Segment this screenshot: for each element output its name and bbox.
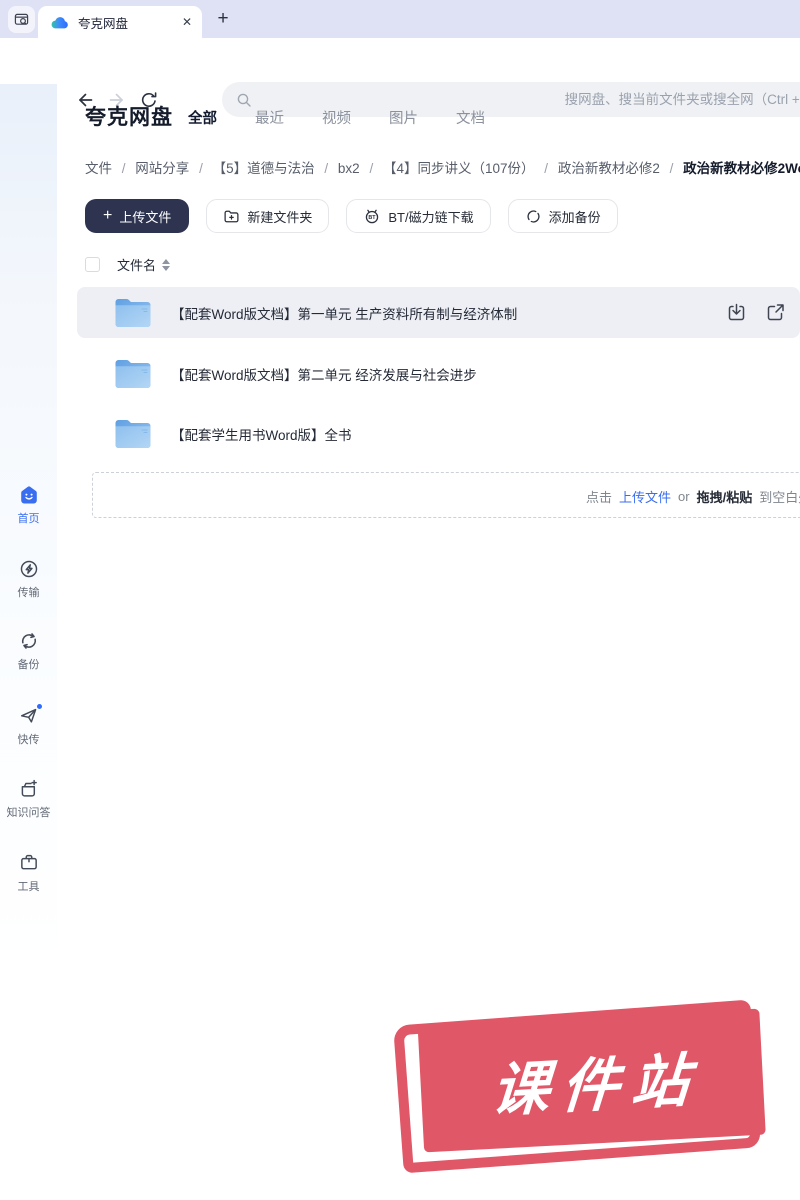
sidebar-label-tools: 工具 (17, 881, 40, 893)
file-name: 【配套Word版文档】第一单元 生产资料所有制与经济体制 (171, 306, 518, 322)
sidebar-item-transfer[interactable]: 传输 (0, 558, 57, 600)
file-name: 【配套Word版文档】第二单元 经济发展与社会进步 (171, 367, 477, 383)
breadcrumb-separator: / (121, 161, 126, 176)
breadcrumb-separator: / (669, 161, 674, 176)
dropzone-target-text: 到空白处 (759, 489, 800, 505)
file-name: 【配套学生用书Word版】全书 (171, 427, 352, 443)
add-backup-label: 添加备份 (548, 209, 601, 225)
folder-icon (114, 358, 152, 389)
plus-icon: + (103, 207, 113, 224)
sidebar-label-knowledge-qa: 知识问答 (6, 807, 51, 819)
home-icon (18, 484, 40, 506)
tab-close-icon[interactable]: ✕ (182, 15, 192, 29)
breadcrumb-separator: / (544, 161, 549, 176)
breadcrumb-separator: / (369, 161, 374, 176)
quark-favicon (51, 15, 69, 29)
download-icon[interactable] (727, 303, 746, 322)
browser-tab[interactable]: 夸克网盘 ✕ (38, 6, 202, 38)
knowledge-box-icon (18, 778, 40, 800)
backup-sync-icon (18, 630, 40, 652)
toolbox-icon (18, 852, 40, 874)
backup-circle-icon (525, 208, 542, 225)
upload-file-label: 上传文件 (119, 209, 172, 225)
select-all-checkbox[interactable] (85, 257, 100, 272)
file-row[interactable]: 【配套Word版文档】第二单元 经济发展与社会进步 (77, 348, 800, 399)
folder-icon (114, 418, 152, 449)
tab-search-icon (14, 12, 29, 27)
new-folder-icon (223, 208, 240, 225)
sidebar-item-backup[interactable]: 备份 (0, 630, 57, 672)
open-in-new-icon[interactable] (766, 303, 785, 322)
sidebar-label-backup: 备份 (17, 659, 40, 671)
filter-tabs: 全部 最近 视频 图片 文档 (188, 107, 485, 128)
sort-toggle-icon[interactable] (162, 258, 171, 271)
breadcrumb: 文件 / 网站分享 / 【5】道德与法治 / bx2 / 【4】同步讲义（107… (85, 157, 800, 177)
sidebar: 首页 传输 备份 快传 知识问答 工具 (0, 84, 57, 1200)
breadcrumb-item[interactable]: 政治新教材必修2 (558, 161, 660, 176)
notification-badge-dot (35, 703, 43, 710)
bt-glyph: BT (369, 215, 377, 221)
watermark-text: 课件站 (489, 1047, 704, 1124)
transfer-icon (18, 558, 40, 580)
paper-plane-icon (18, 703, 43, 727)
tab-image[interactable]: 图片 (389, 107, 418, 128)
dropzone-or-text: or (678, 488, 690, 504)
new-folder-button[interactable]: 新建文件夹 (206, 199, 330, 233)
page-title: 夸克网盘 (85, 106, 173, 129)
breadcrumb-separator: / (199, 161, 203, 176)
breadcrumb-item[interactable]: 文件 (85, 161, 112, 176)
bt-magnet-icon: BT (363, 207, 381, 225)
tab-all[interactable]: 全部 (188, 107, 217, 128)
page: 夸克网盘 ✕ + 搜网盘、搜当前文件夹或搜全网（Ctrl + F） 首页 传输 … (0, 0, 800, 1200)
watermark-stamp: 课件站 (393, 997, 775, 1174)
folder-icon (114, 297, 152, 328)
dropzone-drag-text: 拖拽/粘贴 (696, 489, 753, 505)
breadcrumb-separator: / (324, 161, 329, 176)
tab-document[interactable]: 文档 (456, 107, 485, 128)
sidebar-label-transfer: 传输 (17, 587, 40, 599)
breadcrumb-item[interactable]: 网站分享 (135, 161, 189, 176)
file-row[interactable]: 【配套学生用书Word版】全书 (77, 408, 800, 459)
new-tab-button[interactable]: + (211, 7, 235, 31)
new-folder-label: 新建文件夹 (247, 209, 313, 225)
tab-video[interactable]: 视频 (322, 107, 351, 128)
bt-magnet-label: BT/磁力链下载 (388, 209, 474, 225)
file-row[interactable]: 【配套Word版文档】第一单元 生产资料所有制与经济体制 (77, 287, 800, 338)
browser-toolbar (0, 38, 800, 117)
sidebar-label-quick-transfer: 快传 (17, 734, 40, 746)
dropzone-click-text: 点击 (586, 489, 613, 505)
upload-dropzone[interactable]: 点击 上传文件 or 拖拽/粘贴 到空白处 (92, 472, 800, 518)
sidebar-item-home[interactable]: 首页 (0, 484, 57, 526)
sidebar-label-home: 首页 (17, 513, 40, 525)
breadcrumb-item[interactable]: bx2 (338, 161, 360, 176)
tab-search-button[interactable] (8, 6, 35, 33)
bt-magnet-download-button[interactable]: BT BT/磁力链下载 (346, 199, 491, 233)
add-backup-button[interactable]: 添加备份 (507, 199, 618, 233)
filename-column-header: 文件名 (117, 258, 157, 273)
action-buttons: + 上传文件 新建文件夹 BT BT/磁力链下载 添加备份 (85, 199, 618, 233)
file-list-header: 文件名 (85, 255, 171, 274)
sidebar-item-tools[interactable]: 工具 (0, 852, 57, 894)
tab-recent[interactable]: 最近 (255, 107, 284, 128)
sidebar-item-quick-transfer[interactable]: 快传 (0, 703, 57, 747)
sidebar-item-knowledge-qa[interactable]: 知识问答 (0, 778, 57, 820)
search-input[interactable] (262, 92, 800, 107)
breadcrumb-item[interactable]: 【4】同步讲义（107份） (383, 161, 535, 176)
tab-title: 夸克网盘 (78, 16, 129, 31)
browser-tab-strip: 夸克网盘 ✕ + (0, 0, 800, 38)
breadcrumb-item[interactable]: 【5】道德与法治 (213, 161, 315, 176)
stamp-fill: 课件站 (417, 1008, 766, 1153)
upload-file-button[interactable]: + 上传文件 (85, 199, 190, 233)
dropzone-hint: 点击 上传文件 or 拖拽/粘贴 到空白处 (586, 473, 800, 519)
breadcrumb-current: 政治新教材必修2Wor (683, 161, 800, 176)
dropzone-upload-link[interactable]: 上传文件 (619, 487, 671, 506)
search-icon (236, 92, 252, 108)
